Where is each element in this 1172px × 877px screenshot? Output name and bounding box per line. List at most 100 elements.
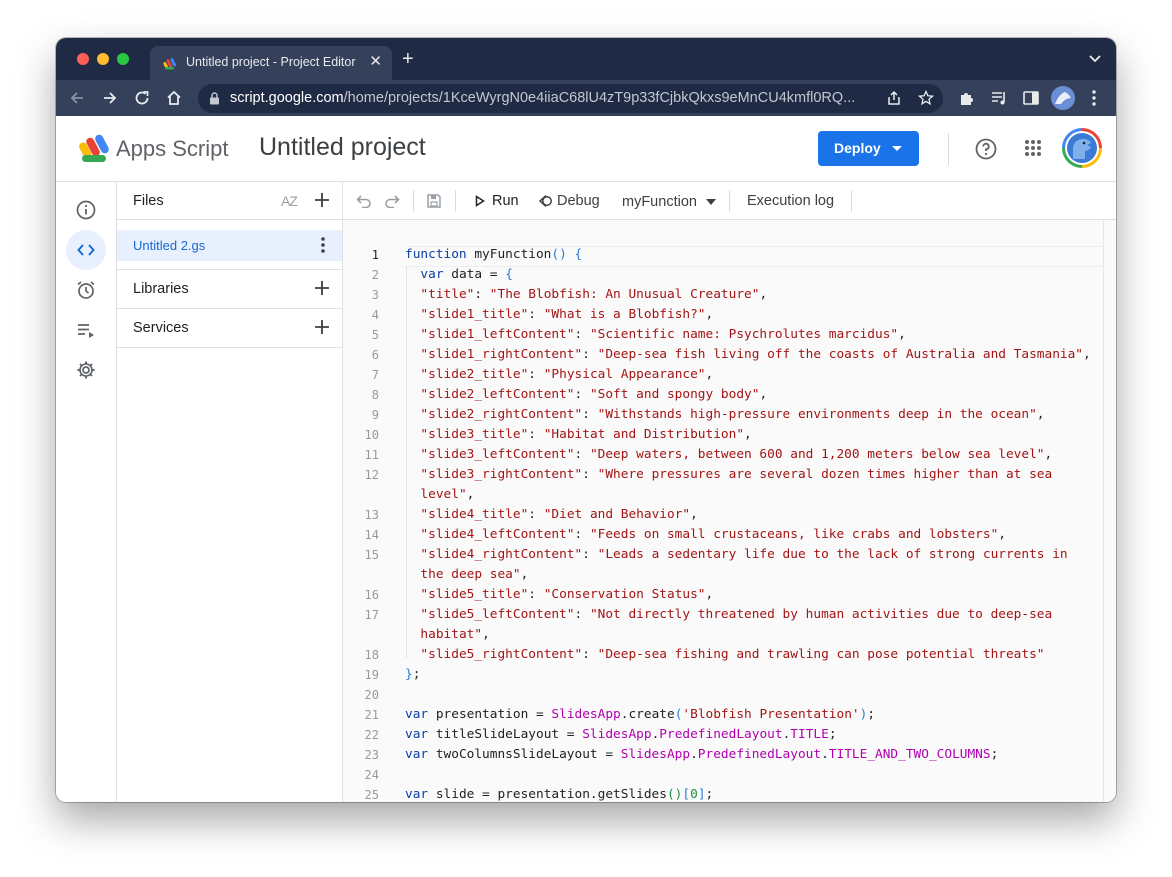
bookmark-star-icon[interactable] [918, 90, 934, 106]
browser-tab[interactable]: Untitled project - Project Editor ✕ [150, 46, 392, 80]
code-token: "slide4_title" [420, 507, 529, 522]
code-token: "Scientific name: Psychrolutes marcidus" [589, 327, 899, 342]
add-library-plus-icon[interactable] [313, 279, 331, 297]
code-area[interactable]: 1 function myFunction() {2 var data = {3 … [343, 220, 1103, 802]
execution-log-button[interactable]: Execution log [747, 193, 834, 209]
save-disk-icon[interactable] [426, 193, 442, 209]
code-line[interactable]: "slide5_leftContent": "Not directly thre… [405, 607, 1052, 622]
new-tab-icon[interactable]: + [402, 49, 414, 69]
google-apps-grid-icon[interactable] [1024, 139, 1042, 157]
add-file-plus-icon[interactable] [313, 191, 331, 209]
browser-profile-avatar[interactable] [1051, 86, 1075, 110]
rail-triggers[interactable] [66, 270, 106, 310]
code-line[interactable]: function myFunction() { [405, 247, 582, 262]
code-line[interactable]: "slide4_title": "Diet and Behavior", [405, 507, 697, 522]
code-token: var [405, 787, 436, 802]
code-line[interactable]: var slide = presentation.getSlides()[0]; [405, 787, 713, 802]
code-token: PredefinedLayout [659, 727, 783, 742]
function-select[interactable]: myFunction [618, 186, 718, 215]
extensions-puzzle-icon[interactable] [958, 89, 976, 107]
rail-executions[interactable] [66, 310, 106, 350]
account-avatar[interactable] [1062, 128, 1102, 168]
editor-scrollbar[interactable] [1103, 220, 1116, 802]
lock-icon[interactable] [209, 92, 220, 105]
code-line[interactable]: }; [405, 667, 420, 682]
help-icon[interactable] [975, 138, 997, 160]
libraries-section[interactable]: Libraries [117, 269, 342, 308]
app-brand[interactable]: Apps Script [116, 136, 229, 162]
line-number: 11 [364, 448, 379, 462]
code-line[interactable]: "slide3_leftContent": "Deep waters, betw… [405, 447, 1052, 462]
undo-icon[interactable] [356, 194, 372, 208]
sort-az-icon[interactable]: AZ [281, 193, 298, 209]
code-line[interactable]: "slide1_title": "What is a Blobfish?", [405, 307, 713, 322]
code-line[interactable]: level", [405, 487, 474, 502]
code-line[interactable]: "slide2_title": "Physical Appearance", [405, 367, 713, 382]
code-token: "slide1_title" [420, 307, 529, 322]
code-token: , [705, 307, 714, 322]
media-queue-icon[interactable] [990, 89, 1008, 107]
redo-icon[interactable] [384, 194, 400, 208]
code-line[interactable]: habitat", [405, 627, 489, 642]
run-button[interactable]: Run [463, 186, 529, 215]
code-line[interactable]: "slide3_rightContent": "Where pressures … [405, 467, 1052, 482]
avatar-ring [1065, 131, 1099, 165]
profile-icon [1055, 92, 1071, 104]
project-title[interactable]: Untitled project [259, 133, 426, 162]
file-more-vert-icon[interactable] [319, 236, 327, 254]
add-service-plus-icon[interactable] [313, 318, 331, 336]
code-token: var [420, 267, 452, 282]
code-line[interactable]: var presentation = SlidesApp.create('Blo… [405, 707, 875, 722]
close-window-button[interactable] [77, 53, 89, 65]
code-line[interactable]: "slide4_leftContent": "Feeds on small cr… [405, 527, 1006, 542]
deploy-button[interactable]: Deploy [818, 131, 919, 166]
code-line[interactable]: "slide1_rightContent": "Deep-sea fish li… [405, 347, 1091, 362]
minimize-window-button[interactable] [97, 53, 109, 65]
tab-close-icon[interactable]: ✕ [369, 53, 382, 71]
back-arrow-icon[interactable] [68, 89, 86, 107]
code-line[interactable]: var data = { [405, 267, 512, 282]
code-token: "slide3_title" [420, 427, 529, 442]
services-section[interactable]: Services [117, 308, 342, 348]
code-line[interactable]: var titleSlideLayout = SlidesApp.Predefi… [405, 727, 837, 742]
code-line[interactable]: var twoColumnsSlideLayout = SlidesApp.Pr… [405, 747, 998, 762]
code-token: , [1083, 347, 1091, 362]
apps-script-logo-icon[interactable] [78, 133, 112, 163]
toolbar-divider [455, 190, 456, 212]
rail-overview[interactable] [66, 190, 106, 230]
code-token: SlidesApp [620, 747, 691, 762]
code-line[interactable]: "slide3_title": "Habitat and Distributio… [405, 427, 751, 442]
rail-editor[interactable] [66, 230, 106, 270]
code-line[interactable]: "title": "The Blobfish: An Unusual Creat… [405, 287, 767, 302]
home-icon[interactable] [165, 89, 183, 107]
side-panel-icon[interactable] [1022, 89, 1040, 107]
reload-icon[interactable] [133, 89, 151, 107]
code-token: twoColumnsSlideLayout = [435, 747, 621, 762]
code-token: () { [551, 247, 583, 262]
rail-settings[interactable] [66, 350, 106, 390]
forward-arrow-icon[interactable] [101, 89, 119, 107]
code-line[interactable]: "slide2_leftContent": "Soft and spongy b… [405, 387, 767, 402]
code-line[interactable]: "slide1_leftContent": "Scientific name: … [405, 327, 905, 342]
url-text: script.google.com/home/projects/1KceWyrg… [230, 90, 880, 106]
code-token: var [405, 747, 436, 762]
tab-search-chevron-icon[interactable] [1088, 51, 1102, 65]
debug-button[interactable]: Debug [533, 186, 605, 215]
address-bar[interactable]: script.google.com/home/projects/1KceWyrg… [198, 84, 943, 113]
zoom-window-button[interactable] [117, 53, 129, 65]
code-line[interactable]: "slide5_rightContent": "Deep-sea fishing… [405, 647, 1044, 662]
code-token: ; [990, 747, 999, 762]
toolbar-divider [413, 190, 414, 212]
code-line[interactable]: the deep sea", [405, 567, 528, 582]
code-line[interactable]: "slide2_rightContent": "Withstands high-… [405, 407, 1044, 422]
info-icon [76, 200, 96, 220]
line-number: 8 [371, 388, 379, 402]
browser-menu-icon[interactable] [1087, 89, 1101, 107]
code-token: ; [867, 707, 876, 722]
code-line[interactable]: "slide5_title": "Conservation Status", [405, 587, 713, 602]
code-token: .create [620, 707, 675, 722]
code-line[interactable]: "slide4_rightContent": "Leads a sedentar… [405, 547, 1067, 562]
share-icon[interactable] [886, 90, 902, 106]
file-item[interactable]: Untitled 2.gs [117, 230, 342, 261]
